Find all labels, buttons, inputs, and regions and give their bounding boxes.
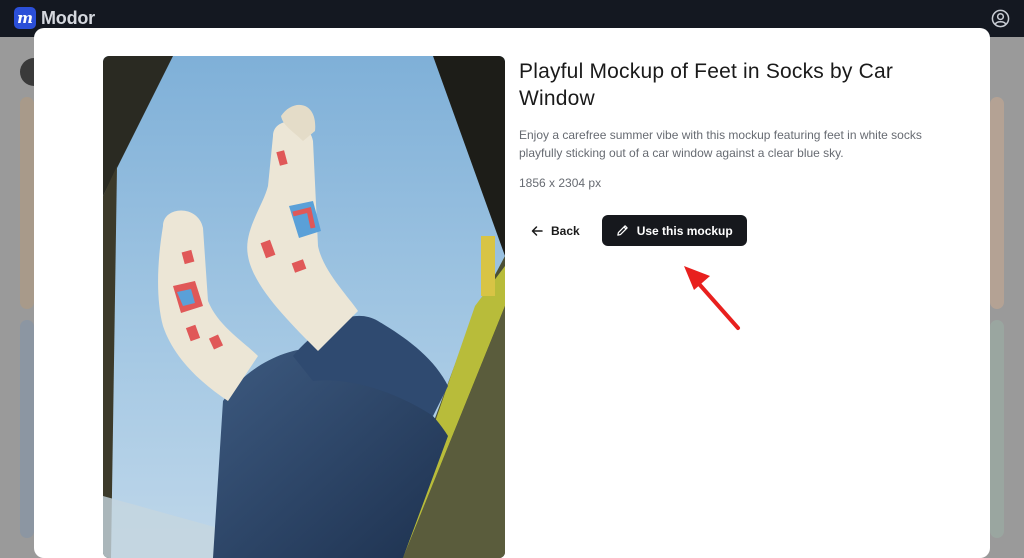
background-card [990,320,1004,538]
red-pointer-arrow [684,266,740,330]
mockup-detail-modal: Playful Mockup of Feet in Socks by Car W… [34,28,990,558]
mockup-dimensions: 1856 x 2304 px [519,176,602,190]
user-circle-icon[interactable] [991,9,1010,28]
mockup-info-panel: Playful Mockup of Feet in Socks by Car W… [519,58,939,246]
logo-mark-icon: m [14,7,36,29]
mockup-description: Enjoy a carefree summer vibe with this m… [519,128,922,160]
background-card [990,97,1004,309]
back-button[interactable]: Back [519,216,592,246]
use-mockup-button[interactable]: Use this mockup [601,215,747,246]
arrow-left-icon [531,225,543,236]
app-name: Modor [41,7,95,28]
back-button-label: Back [551,223,580,238]
background-card [20,97,34,309]
modal-actions: Back Use this mockup [519,215,939,246]
app-logo[interactable]: m Modor [14,7,95,29]
background-card [20,320,34,538]
mockup-preview-image [103,56,505,558]
mockup-title: Playful Mockup of Feet in Socks by Car W… [519,60,894,110]
pencil-icon [616,225,628,236]
use-mockup-button-label: Use this mockup [636,223,733,238]
